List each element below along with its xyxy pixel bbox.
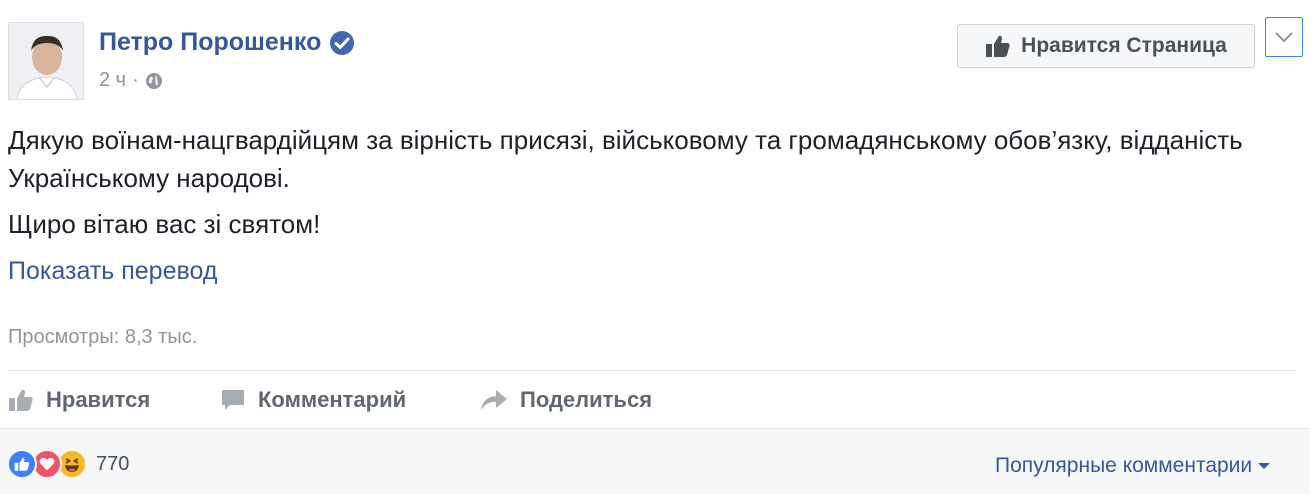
share-button[interactable]: Поделиться <box>480 387 652 413</box>
facebook-post: Петро Порошенко 2 ч · Нравится Страница … <box>0 0 1310 494</box>
post-timestamp[interactable]: 2 ч <box>99 69 126 92</box>
post-body: Дякую воїнам-нацгвардійцям за вірність п… <box>8 121 1298 251</box>
chevron-down-icon <box>1275 32 1293 43</box>
like-reaction-icon <box>7 449 37 479</box>
author-name[interactable]: Петро Порошенко <box>99 28 355 57</box>
reactions-summary[interactable]: 770 <box>7 449 129 479</box>
avatar-portrait-icon <box>9 23 83 99</box>
like-button[interactable]: Нравится <box>8 387 220 413</box>
actions-divider <box>8 370 1295 371</box>
author-name-text[interactable]: Петро Порошенко <box>99 28 321 57</box>
view-count: Просмотры: 8,3 тыс. <box>8 326 198 348</box>
comment-button[interactable]: Комментарий <box>220 387 480 413</box>
post-meta: 2 ч · <box>99 69 163 92</box>
author-avatar[interactable] <box>8 22 84 100</box>
thumbs-up-icon <box>986 35 1010 57</box>
comment-sort-dropdown[interactable]: Популярные комментарии <box>995 454 1271 478</box>
post-actions-bar: Нравится Комментарий Поделиться <box>8 372 652 428</box>
comment-label: Комментарий <box>258 387 407 412</box>
globe-icon[interactable] <box>145 72 163 90</box>
like-page-label: Нравится Страница <box>1021 34 1227 57</box>
post-footer: 770 Популярные комментарии <box>0 428 1310 494</box>
meta-separator: · <box>132 69 139 91</box>
post-paragraph: Щиро вітаю вас зі святом! <box>8 209 321 239</box>
share-arrow-icon <box>481 390 507 410</box>
show-translation-link[interactable]: Показать перевод <box>8 257 217 286</box>
comment-sort-label: Популярные комментарии <box>995 454 1253 477</box>
like-label: Нравится <box>46 387 151 412</box>
like-page-button[interactable]: Нравится Страница <box>957 24 1255 68</box>
verified-badge-icon <box>329 30 355 56</box>
caret-down-icon <box>1258 463 1271 469</box>
post-options-button[interactable] <box>1265 17 1303 57</box>
post-paragraph: Дякую воїнам-нацгвардійцям за вірність п… <box>8 125 1243 193</box>
comment-icon <box>222 390 244 410</box>
reaction-count[interactable]: 770 <box>96 453 129 476</box>
like-icon <box>9 389 33 411</box>
share-label: Поделиться <box>520 387 653 412</box>
